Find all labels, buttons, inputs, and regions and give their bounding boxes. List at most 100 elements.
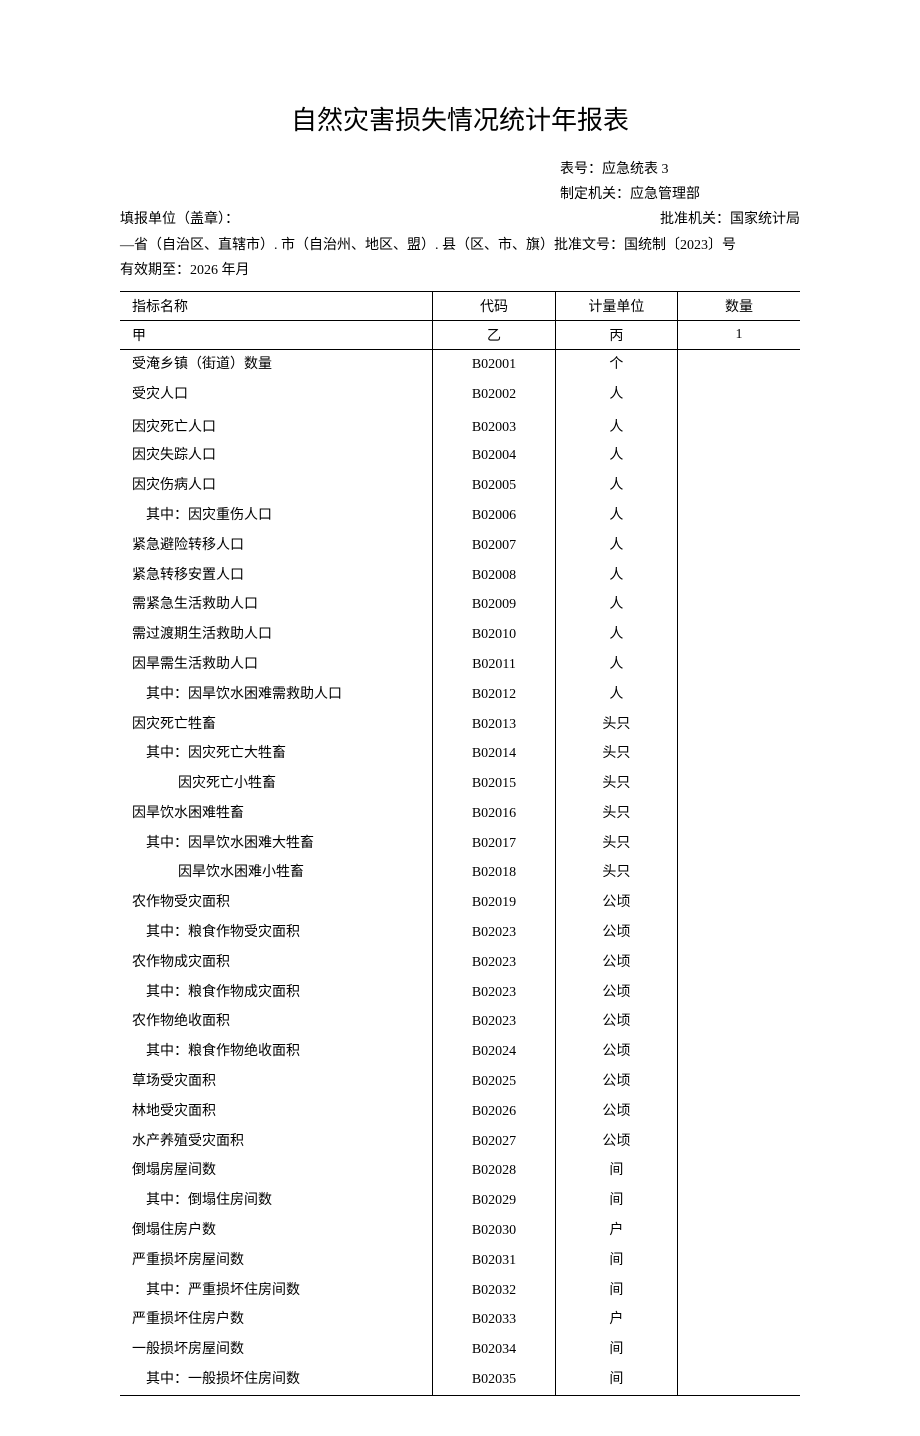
- indicator-code: B02031: [433, 1246, 555, 1276]
- indicator-name: 农作物绝收面积: [120, 1007, 433, 1037]
- indicator-unit: 公顷: [555, 948, 677, 978]
- indicator-qty: [678, 918, 800, 948]
- table-row: 农作物绝收面积B02023公顷: [120, 1007, 800, 1037]
- indicator-name: 其中：一般损坏住房间数: [120, 1365, 433, 1395]
- form-no-label: 表号：: [560, 162, 602, 177]
- indicator-unit: 间: [555, 1156, 677, 1186]
- indicator-qty: [678, 380, 800, 410]
- indicator-name: 紧急转移安置人口: [120, 561, 433, 591]
- data-table: 指标名称 代码 计量单位 数量 甲 乙 丙 1 受淹乡镇（街道）数量B02001…: [120, 291, 800, 1396]
- indicator-code: B02009: [433, 590, 555, 620]
- authority-label: 制定机关：: [560, 187, 630, 202]
- indicator-qty: [678, 1365, 800, 1395]
- indicator-code: B02023: [433, 978, 555, 1008]
- indicator-code: B02023: [433, 948, 555, 978]
- indicator-code: B02015: [433, 769, 555, 799]
- table-row: 倒塌住房户数B02030户: [120, 1216, 800, 1246]
- meta-block: 表号：应急统表 3 制定机关：应急管理部 填报单位（盖章）： 批准机关：国家统计…: [120, 157, 800, 283]
- header-code: 代码: [433, 291, 555, 320]
- indicator-name: 需紧急生活救助人口: [120, 590, 433, 620]
- indicator-code: B02012: [433, 680, 555, 710]
- indicator-qty: [678, 1246, 800, 1276]
- indicator-code: B02034: [433, 1335, 555, 1365]
- valid-until: 2026 年月: [190, 263, 250, 278]
- indicator-unit: 间: [555, 1365, 677, 1395]
- table-row: 因灾死亡小牲畜B02015头只: [120, 769, 800, 799]
- authority: 应急管理部: [630, 187, 700, 202]
- indicator-code: B02014: [433, 739, 555, 769]
- indicator-qty: [678, 1037, 800, 1067]
- indicator-code: B02008: [433, 561, 555, 591]
- header-qty: 数量: [678, 291, 800, 320]
- indicator-code: B02010: [433, 620, 555, 650]
- indicator-code: B02023: [433, 1007, 555, 1037]
- indicator-unit: 公顷: [555, 978, 677, 1008]
- indicator-qty: [678, 978, 800, 1008]
- approval-org: 国家统计局: [730, 212, 800, 227]
- indicator-unit: 户: [555, 1216, 677, 1246]
- indicator-code: B02005: [433, 471, 555, 501]
- indicator-name: 其中：因灾重伤人口: [120, 501, 433, 531]
- table-row: 需过渡期生活救助人口B02010人: [120, 620, 800, 650]
- indicator-qty: [678, 1305, 800, 1335]
- table-row: 其中：一般损坏住房间数B02035间: [120, 1365, 800, 1395]
- table-row: 紧急避险转移人口B02007人: [120, 531, 800, 561]
- table-row: 其中：因旱饮水困难大牲畜B02017头只: [120, 829, 800, 859]
- indicator-code: B02019: [433, 888, 555, 918]
- table-row: 一般损坏房屋间数B02034间: [120, 1335, 800, 1365]
- reporter-label: 填报单位（盖章）：: [120, 212, 239, 227]
- indicator-name: 因灾伤病人口: [120, 471, 433, 501]
- indicator-name: 其中：因旱饮水困难需救助人口: [120, 680, 433, 710]
- table-row: 紧急转移安置人口B02008人: [120, 561, 800, 591]
- indicator-qty: [678, 799, 800, 829]
- table-row: 因灾死亡牲畜B02013头只: [120, 710, 800, 740]
- indicator-code: B02026: [433, 1097, 555, 1127]
- indicator-unit: 户: [555, 1305, 677, 1335]
- indicator-unit: 人: [555, 650, 677, 680]
- table-row: 因旱饮水困难牲畜B02016头只: [120, 799, 800, 829]
- header-unit-sub: 丙: [555, 320, 677, 349]
- page-title: 自然灾害损失情况统计年报表: [120, 100, 800, 137]
- indicator-code: B02002: [433, 380, 555, 410]
- indicator-name: 水产养殖受灾面积: [120, 1127, 433, 1157]
- indicator-qty: [678, 561, 800, 591]
- indicator-name: 严重损坏住房户数: [120, 1305, 433, 1335]
- table-row: 其中：因灾重伤人口B02006人: [120, 501, 800, 531]
- indicator-unit: 人: [555, 620, 677, 650]
- table-row: 需紧急生活救助人口B02009人: [120, 590, 800, 620]
- indicator-unit: 公顷: [555, 1097, 677, 1127]
- indicator-name: 其中：粮食作物绝收面积: [120, 1037, 433, 1067]
- table-row: 农作物受灾面积B02019公顷: [120, 888, 800, 918]
- indicator-unit: 个: [555, 349, 677, 379]
- table-row: 林地受灾面积B02026公顷: [120, 1097, 800, 1127]
- indicator-code: B02018: [433, 858, 555, 888]
- indicator-qty: [678, 680, 800, 710]
- indicator-name: 紧急避险转移人口: [120, 531, 433, 561]
- indicator-qty: [678, 1186, 800, 1216]
- table-row: 其中：倒塌住房间数B02029间: [120, 1186, 800, 1216]
- indicator-name: 受淹乡镇（街道）数量: [120, 349, 433, 379]
- indicator-code: B02003: [433, 410, 555, 442]
- indicator-qty: [678, 1335, 800, 1365]
- table-row: 因灾伤病人口B02005人: [120, 471, 800, 501]
- indicator-qty: [678, 531, 800, 561]
- indicator-unit: 人: [555, 680, 677, 710]
- indicator-name: 因灾失踪人口: [120, 441, 433, 471]
- indicator-code: B02004: [433, 441, 555, 471]
- indicator-code: B02028: [433, 1156, 555, 1186]
- indicator-code: B02033: [433, 1305, 555, 1335]
- header-qty-sub: 1: [678, 320, 800, 349]
- indicator-name: 倒塌房屋间数: [120, 1156, 433, 1186]
- indicator-code: B02030: [433, 1216, 555, 1246]
- indicator-qty: [678, 1007, 800, 1037]
- indicator-code: B02023: [433, 918, 555, 948]
- header-row-1: 指标名称 代码 计量单位 数量: [120, 291, 800, 320]
- indicator-code: B02024: [433, 1037, 555, 1067]
- indicator-name: 一般损坏房屋间数: [120, 1335, 433, 1365]
- indicator-unit: 头只: [555, 799, 677, 829]
- table-row: 因灾失踪人口B02004人: [120, 441, 800, 471]
- header-name-sub: 甲: [120, 320, 433, 349]
- table-row: 严重损坏住房户数B02033户: [120, 1305, 800, 1335]
- indicator-unit: 间: [555, 1186, 677, 1216]
- table-row: 受淹乡镇（街道）数量B02001个: [120, 349, 800, 379]
